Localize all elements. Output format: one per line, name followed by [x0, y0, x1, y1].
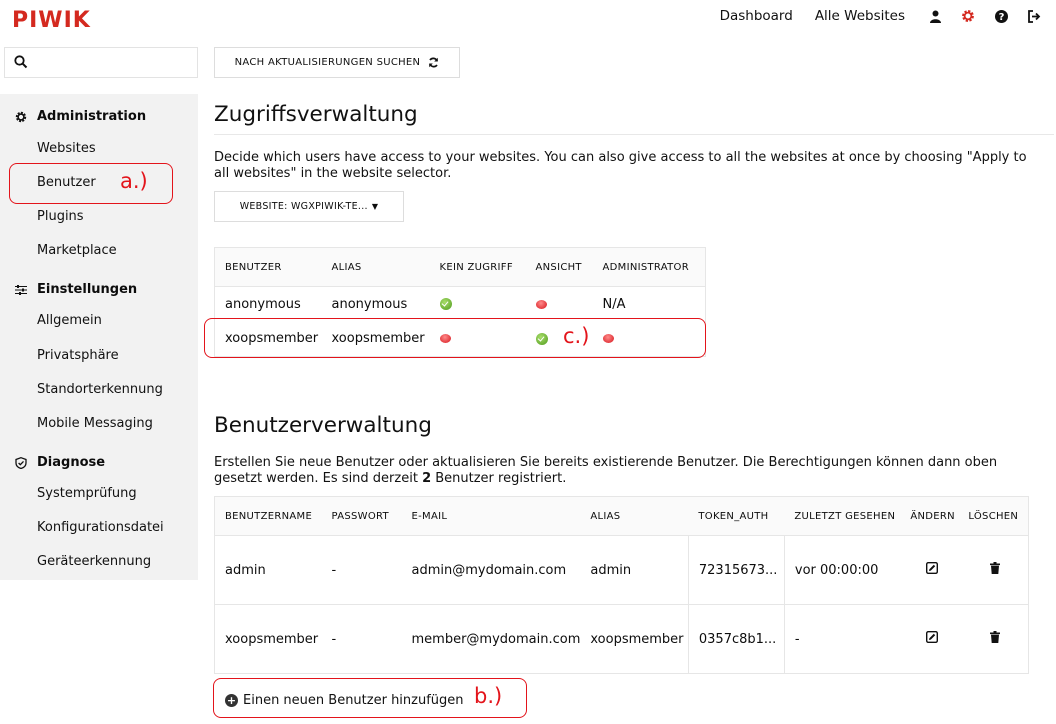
shield-icon: [14, 456, 28, 470]
sidebar-heading-label: Diagnose: [37, 455, 106, 470]
trash-icon[interactable]: [990, 631, 1001, 643]
sidebar-heading-einstellungen[interactable]: Einstellungen: [14, 282, 137, 297]
piwik-logo[interactable]: PIWIK: [12, 8, 91, 33]
sidebar-item-standorterkennung[interactable]: Standorterkennung: [37, 382, 163, 397]
cell-username: xoopsmember: [214, 604, 322, 674]
sidebar-heading-label: Einstellungen: [37, 282, 138, 297]
cell-delete: [962, 535, 1029, 605]
cell-token[interactable]: 0357c8b1...: [687, 604, 785, 674]
sidebar-item-marketplace[interactable]: Marketplace: [37, 243, 117, 258]
sidebar-heading-label: Administration: [37, 109, 147, 124]
cell-user: anonymous: [225, 296, 301, 312]
nav-all-websites-link[interactable]: Alle Websites: [815, 8, 905, 24]
column-header: PASSWORT: [321, 496, 402, 536]
column-header: E-MAIL: [401, 496, 581, 536]
sidebar-item-allgemein[interactable]: Allgemein: [37, 313, 102, 328]
column-header: TOKEN_AUTH: [688, 496, 785, 536]
svg-text:?: ?: [998, 12, 1004, 23]
logout-icon[interactable]: [1026, 8, 1042, 24]
check-updates-button[interactable]: NACH AKTUALISIERUNGEN SUCHEN: [214, 47, 460, 78]
sliders-icon: [14, 283, 28, 297]
description-text: Erstellen Sie neue Benutzer oder aktuali…: [214, 455, 998, 486]
nav-dashboard-link[interactable]: Dashboard: [720, 8, 793, 24]
cell-email: admin@mydomain.com: [401, 535, 581, 605]
refresh-icon: [428, 57, 439, 68]
permission-denied-icon[interactable]: [535, 299, 547, 309]
trash-icon[interactable]: [990, 562, 1001, 574]
search-input[interactable]: [35, 52, 190, 74]
table-header-row: BENUTZER ALIAS KEIN ZUGRIFF ANSICHT ADMI…: [214, 247, 706, 287]
sidebar-item-geraeteerkennung[interactable]: Geräteerkennung: [37, 554, 151, 569]
gear-icon[interactable]: [960, 8, 976, 24]
edit-icon[interactable]: [926, 562, 939, 574]
cell-last-seen: -: [784, 604, 903, 674]
user-count: 2: [422, 471, 432, 486]
edit-icon[interactable]: [926, 631, 939, 643]
column-header: ALIAS: [580, 496, 689, 536]
sidebar-item-privatsphaere[interactable]: Privatsphäre: [37, 348, 119, 363]
cell-view[interactable]: [526, 287, 593, 322]
table-row: xoopsmember - member@mydomain.com xoopsm…: [214, 604, 1029, 674]
access-management-title: Zugriffsverwaltung: [214, 102, 418, 127]
cell-alias: xoopsmember: [580, 604, 689, 674]
sidebar-item-mobile-messaging[interactable]: Mobile Messaging: [37, 416, 153, 431]
cell-admin: N/A: [602, 296, 626, 312]
sidebar-item-systempruefung[interactable]: Systemprüfung: [37, 486, 137, 501]
cell-alias: anonymous: [331, 296, 408, 312]
gear-icon: [14, 110, 28, 124]
users-table: BENUTZERNAME PASSWORT E-MAIL ALIAS TOKEN…: [214, 496, 1029, 674]
column-header: BENUTZER: [214, 247, 322, 287]
permission-granted-icon[interactable]: [439, 298, 452, 311]
cell-last-seen: vor 00:00:00: [784, 535, 903, 605]
annotation-highlight-c: [204, 318, 706, 358]
table-row: anonymous anonymous N/A: [215, 287, 706, 322]
column-header: BENUTZERNAME: [214, 496, 322, 536]
cell-delete: [962, 604, 1029, 674]
column-header: ZULETZT GESEHEN: [784, 496, 903, 536]
user-icon[interactable]: [927, 8, 943, 24]
cell-token[interactable]: 72315673...: [687, 535, 785, 605]
sidebar-heading-administration[interactable]: Administration: [14, 109, 146, 124]
user-management-description: Erstellen Sie neue Benutzer oder aktuali…: [214, 455, 1044, 487]
cell-edit: [902, 535, 963, 605]
caret-down-icon: ▼: [371, 202, 379, 211]
sidebar-item-websites[interactable]: Websites: [37, 141, 96, 156]
sidebar-item-konfigurationsdatei[interactable]: Konfigurationsdatei: [37, 520, 164, 535]
column-header: ALIAS: [321, 247, 430, 287]
cell-no-access[interactable]: [430, 287, 526, 322]
sidebar-search[interactable]: [4, 47, 198, 78]
column-header: LÖSCHEN: [962, 496, 1029, 536]
table-row: admin - admin@mydomain.com admin 7231567…: [214, 535, 1029, 605]
sidebar-item-plugins[interactable]: Plugins: [37, 209, 84, 224]
title-divider: [214, 134, 1054, 135]
annotation-label-b: b.): [474, 684, 503, 708]
annotation-label-a: a.): [120, 169, 148, 193]
column-header: ADMINISTRATOR: [592, 247, 706, 287]
annotation-label-c: c.): [563, 324, 590, 348]
sidebar-heading-diagnose[interactable]: Diagnose: [14, 455, 105, 470]
cell-edit: [902, 604, 963, 674]
cell-username: admin: [214, 535, 322, 605]
cell-password: -: [321, 604, 402, 674]
check-updates-label: NACH AKTUALISIERUNGEN SUCHEN: [234, 57, 421, 68]
top-navigation: Dashboard Alle Websites ?: [720, 7, 1042, 25]
cell-alias: admin: [580, 535, 689, 605]
column-header: ÄNDERN: [902, 496, 963, 536]
annotation-highlight-a: [9, 163, 173, 204]
search-icon: [14, 55, 28, 73]
cell-password: -: [321, 535, 402, 605]
website-selector[interactable]: WEBSITE: WGXPIWIK-TE... ▼: [214, 191, 404, 222]
website-selector-label: WEBSITE: WGXPIWIK-TE...: [239, 201, 368, 212]
access-description: Decide which users have access to your w…: [214, 150, 1027, 181]
table-header-row: BENUTZERNAME PASSWORT E-MAIL ALIAS TOKEN…: [214, 496, 1029, 536]
user-management-title: Benutzerverwaltung: [214, 413, 432, 438]
help-icon[interactable]: ?: [993, 8, 1009, 24]
column-header: KEIN ZUGRIFF: [429, 247, 526, 287]
cell-email: member@mydomain.com: [401, 604, 581, 674]
column-header: ANSICHT: [525, 247, 593, 287]
description-text: Benutzer registriert.: [431, 471, 567, 486]
